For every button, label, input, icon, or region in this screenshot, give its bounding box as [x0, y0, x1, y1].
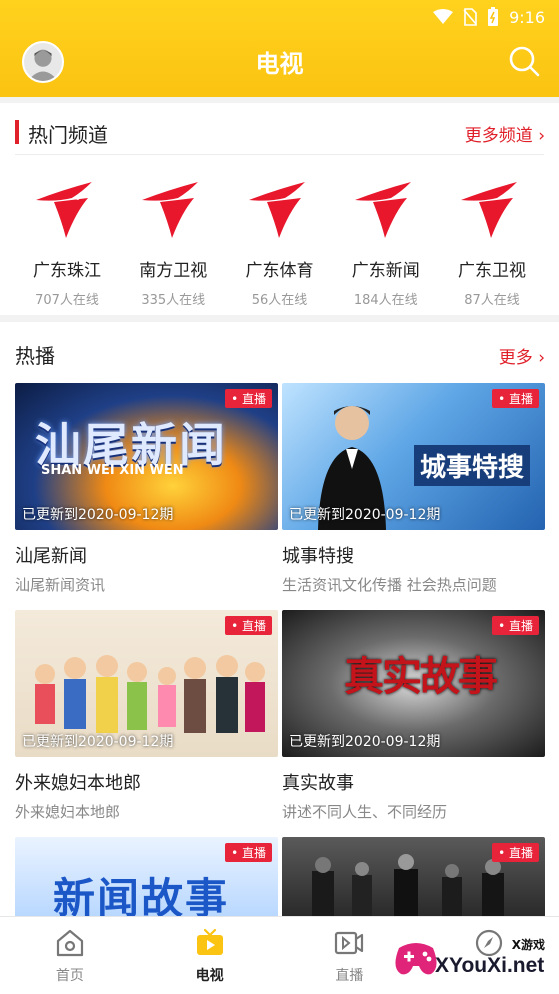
channel-viewers: 56人在线: [251, 293, 308, 308]
tv-icon: [196, 928, 223, 955]
updated-text: 已更新到2020-09-12期: [22, 734, 174, 750]
program-card[interactable]: 城事特搜 • 直播 已更新到2020-09-12期 城事特搜 生活资讯文化传播 …: [282, 383, 545, 595]
channel-viewers: 707人在线: [35, 293, 99, 308]
channel-list: 广东珠江 707人在线 南方卫视 335人在线 广东体育 56人在线 广东新闻 …: [0, 178, 559, 308]
channel-item[interactable]: 广东珠江 707人在线: [14, 178, 120, 308]
live-badge: • 直播: [492, 389, 539, 408]
tab-home[interactable]: 首页: [0, 917, 140, 994]
channel-item[interactable]: 南方卫视 335人在线: [120, 178, 226, 308]
channel-logo-icon: [354, 182, 411, 238]
scene-figures-image: [312, 854, 504, 916]
tab-tv[interactable]: 电视: [140, 917, 280, 994]
channel-logo-icon: [36, 182, 98, 238]
status-time: 9:16: [509, 7, 545, 27]
watermark-text: XYouXi.net: [435, 954, 545, 977]
page-title: 电视: [255, 50, 304, 78]
thumbnail-subtitle: SHAN WEI XIN WEN: [41, 463, 184, 478]
program-card[interactable]: 汕尾新闻 SHAN WEI XIN WEN • 直播 已更新到2020-09-1…: [15, 383, 278, 595]
home-icon: [56, 929, 83, 957]
channel-name: 南方卫视: [139, 261, 208, 281]
hot-channels-title: 热门频道: [28, 123, 108, 147]
channel-logo-icon: [248, 182, 305, 238]
battery-icon: [488, 7, 499, 26]
updated-text: 已更新到2020-09-12期: [289, 734, 441, 750]
thumbnail-title: 真实故事: [344, 654, 498, 700]
watermark-corner-text: X游戏: [511, 938, 545, 952]
live-badge: • 直播: [225, 616, 272, 635]
channel-item[interactable]: 广东新闻 184人在线: [333, 178, 439, 308]
program-thumbnail: • 直播: [282, 837, 545, 916]
tab-label: 电视: [195, 968, 224, 984]
wifi-icon: [433, 9, 454, 24]
program-title: 汕尾新闻: [15, 546, 87, 567]
program-title: 外来媳妇本地郎: [15, 773, 141, 794]
program-subtitle: 讲述不同人生、不同经历: [282, 803, 448, 821]
channel-viewers: 87人在线: [464, 293, 520, 308]
live-badge: • 直播: [225, 389, 272, 408]
updated-text: 已更新到2020-09-12期: [22, 507, 174, 523]
program-card[interactable]: 真实故事 • 直播 已更新到2020-09-12期 真实故事 讲述不同人生、不同…: [282, 610, 545, 822]
channel-viewers: 184人在线: [353, 293, 418, 308]
live-badge: • 直播: [492, 616, 539, 635]
program-card[interactable]: • 直播: [282, 837, 545, 916]
channel-logo-icon: [142, 182, 199, 238]
program-card[interactable]: • 直播 已更新到2020-09-12期 外来媳妇本地郎 外来媳妇本地郎: [15, 610, 278, 822]
site-watermark: X游戏 XYouXi.net: [393, 922, 553, 988]
updated-text: 已更新到2020-09-12期: [289, 507, 441, 523]
channel-name: 广东新闻: [351, 261, 420, 281]
more-hot-play-link[interactable]: 更多 ›: [499, 343, 545, 368]
hot-play-title: 热播: [15, 344, 55, 368]
program-subtitle: 外来媳妇本地郎: [15, 803, 121, 821]
program-thumbnail: 真实故事 • 直播 已更新到2020-09-12期: [282, 610, 545, 757]
program-title: 真实故事: [282, 773, 354, 794]
program-card[interactable]: 新闻故事 • 直播: [15, 837, 278, 916]
program-thumbnail: 城事特搜 • 直播 已更新到2020-09-12期: [282, 383, 545, 530]
program-thumbnail: • 直播 已更新到2020-09-12期: [15, 610, 278, 757]
channel-logo-icon: [461, 182, 517, 238]
channel-item[interactable]: 广东体育 56人在线: [227, 178, 333, 308]
top-app-bar: 9:16 电视: [0, 0, 559, 97]
channel-name: 广东体育: [245, 261, 314, 281]
no-sim-icon: [463, 8, 477, 26]
program-subtitle: 汕尾新闻资讯: [15, 576, 106, 594]
status-bar: 9:16: [433, 6, 545, 28]
thumbnail-title: 城事特搜: [414, 445, 531, 486]
more-channels-link[interactable]: 更多频道 ›: [465, 121, 545, 146]
search-icon[interactable]: [507, 44, 541, 78]
channel-name: 广东珠江: [33, 261, 101, 281]
gamepad-logo-icon: [395, 943, 437, 975]
tab-label: 首页: [55, 968, 84, 984]
program-subtitle: 生活资讯文化传播 社会热点问题: [282, 576, 497, 594]
channel-name: 广东卫视: [458, 261, 526, 281]
program-thumbnail: 新闻故事 • 直播: [15, 837, 278, 916]
live-badge: • 直播: [492, 843, 539, 862]
program-title: 城事特搜: [282, 546, 354, 567]
divider: [15, 154, 544, 155]
program-thumbnail: 汕尾新闻 SHAN WEI XIN WEN • 直播 已更新到2020-09-1…: [15, 383, 278, 530]
live-icon: [335, 931, 364, 955]
thumbnail-title: 新闻故事: [53, 874, 230, 916]
section-accent-bar: [15, 120, 19, 144]
tab-label: 直播: [335, 968, 364, 984]
channel-viewers: 335人在线: [141, 293, 206, 308]
live-badge: • 直播: [225, 843, 272, 862]
channel-item[interactable]: 广东卫视 87人在线: [439, 178, 545, 308]
